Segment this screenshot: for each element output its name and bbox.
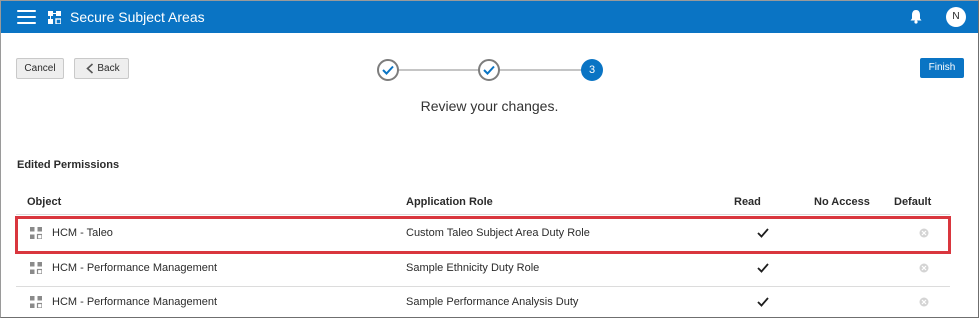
subject-area-icon bbox=[30, 227, 42, 239]
subject-area-icon bbox=[30, 296, 42, 308]
finish-button[interactable]: Finish bbox=[920, 58, 964, 78]
table-divider bbox=[16, 214, 950, 215]
read-checkmark-icon bbox=[757, 297, 769, 307]
read-checkmark-icon bbox=[757, 228, 769, 238]
hamburger-menu-icon[interactable] bbox=[17, 10, 36, 24]
clear-circle-icon[interactable] bbox=[919, 297, 929, 307]
step-connector bbox=[398, 69, 480, 71]
application-role: Sample Ethnicity Duty Role bbox=[406, 262, 540, 274]
checkmark-icon bbox=[382, 65, 394, 75]
step-2-complete[interactable] bbox=[478, 59, 500, 81]
table-row[interactable]: HCM - Performance Management Sample Perf… bbox=[16, 286, 950, 317]
step-3-current[interactable]: 3 bbox=[581, 59, 603, 81]
top-bar: Secure Subject Areas N bbox=[1, 1, 978, 33]
read-checkmark-icon bbox=[757, 263, 769, 273]
section-title: Edited Permissions bbox=[17, 159, 120, 171]
clear-circle-icon[interactable] bbox=[919, 228, 929, 238]
object-name: HCM - Performance Management bbox=[52, 296, 218, 308]
column-header-object[interactable]: Object bbox=[27, 196, 61, 208]
notifications-bell-icon[interactable] bbox=[909, 9, 923, 24]
clear-circle-icon[interactable] bbox=[919, 263, 929, 273]
subject-area-icon bbox=[48, 11, 61, 24]
application-role: Sample Performance Analysis Duty bbox=[406, 296, 579, 308]
object-name: HCM - Performance Management bbox=[52, 262, 218, 274]
application-role: Custom Taleo Subject Area Duty Role bbox=[406, 227, 590, 239]
step-connector bbox=[499, 69, 582, 71]
chevron-left-icon bbox=[86, 63, 94, 74]
column-header-no-access[interactable]: No Access bbox=[814, 196, 870, 208]
column-header-application-role[interactable]: Application Role bbox=[406, 196, 493, 208]
page-title: Secure Subject Areas bbox=[70, 9, 205, 25]
table-row[interactable]: HCM - Performance Management Sample Ethn… bbox=[16, 252, 950, 286]
step-1-complete[interactable] bbox=[377, 59, 399, 81]
back-button[interactable]: Back bbox=[74, 58, 129, 79]
cancel-button[interactable]: Cancel bbox=[16, 58, 64, 79]
review-message: Review your changes. bbox=[420, 98, 559, 114]
app-window: Secure Subject Areas N Cancel Back Finis… bbox=[0, 0, 979, 318]
back-button-label: Back bbox=[97, 63, 120, 74]
column-header-default[interactable]: Default bbox=[894, 196, 931, 208]
column-header-read[interactable]: Read bbox=[734, 196, 761, 208]
subject-area-icon bbox=[30, 262, 42, 274]
checkmark-icon bbox=[483, 65, 495, 75]
table-row[interactable]: HCM - Taleo Custom Taleo Subject Area Du… bbox=[16, 217, 950, 251]
object-name: HCM - Taleo bbox=[52, 227, 113, 239]
user-avatar[interactable]: N bbox=[946, 7, 966, 27]
